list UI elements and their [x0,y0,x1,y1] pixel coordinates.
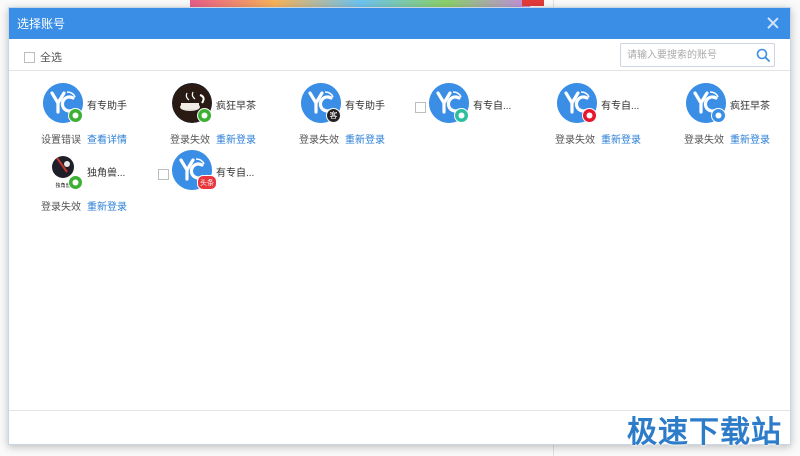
view-details-link[interactable]: 查看详情 [87,131,127,146]
dialog-header: 选择账号 [9,8,790,39]
baijia-icon [711,108,726,123]
relogin-link[interactable]: 重新登录 [87,198,127,213]
account-status: 登录失效 [299,135,339,146]
account-status: 登录失效 [41,202,81,213]
wechat-icon [68,108,83,123]
other-icon [454,108,469,123]
account-status-row: 登录失效 重新登录 [555,131,641,146]
account-status: 设置错误 [41,135,81,146]
relogin-link[interactable]: 重新登录 [216,131,256,146]
account-name: 独角兽... [87,168,126,179]
account-card[interactable]: 客 有专助手 登录失效 重新登录 [299,83,421,149]
background-red-tab [522,0,544,6]
account-name: 疯狂早茶 [730,101,770,112]
toutiao-icon: 头条 [197,175,217,190]
relogin-link[interactable]: 重新登录 [730,131,770,146]
account-card[interactable]: 独角兽 独角兽... 登录失效 重新登录 [41,150,163,216]
account-status: 登录失效 [684,135,724,146]
account-card[interactable]: 疯狂早茶 登录失效 重新登录 [684,83,800,149]
wechat-icon [68,175,83,190]
account-status: 登录失效 [170,135,210,146]
account-name: 有专自... [216,168,255,179]
relogin-link[interactable]: 重新登录 [601,131,641,146]
watermark: 极速下载站 [627,415,782,450]
account-name: 有专自... [601,101,640,112]
close-icon[interactable] [766,16,780,30]
account-status-row: 登录失效 重新登录 [299,131,385,146]
account-card[interactable]: 头条 有专自... [158,150,292,216]
account-card[interactable]: 有专自... [415,83,549,149]
wechat-icon [197,108,212,123]
account-status-row: 登录失效 重新登录 [41,198,127,213]
select-all-checkbox[interactable]: 全选 [24,49,62,65]
weibo-icon [582,108,597,123]
account-checkbox[interactable] [415,102,426,113]
account-status-row: 登录失效 重新登录 [684,131,770,146]
account-name: 有专助手 [87,101,127,112]
account-checkbox[interactable] [158,169,169,180]
toutiao-kr-icon: 客 [326,108,341,123]
dialog-title: 选择账号 [17,17,66,31]
checkbox-icon[interactable] [24,51,35,63]
account-card[interactable]: 有专自... 登录失效 重新登录 [555,83,677,149]
account-card[interactable]: 疯狂早茶 登录失效 重新登录 [170,83,292,149]
account-name: 有专自... [473,101,512,112]
account-status: 登录失效 [555,135,595,146]
relogin-link[interactable]: 重新登录 [345,131,385,146]
account-status-row: 登录失效 重新登录 [170,131,256,146]
dialog-toolbar: 全选 [9,39,790,71]
account-status-row: 设置错误 查看详情 [41,131,127,146]
account-name: 疯狂早茶 [216,101,256,112]
search-box [620,43,775,67]
account-name: 有专助手 [345,101,385,112]
search-button[interactable] [752,44,774,66]
select-all-label: 全选 [40,52,62,64]
account-card[interactable]: 有专助手 设置错误 查看详情 [41,83,163,149]
account-grid: 有专助手 设置错误 查看详情 疯狂早茶 登录失效 重新登录 客 有专助手 登录失… [9,71,792,411]
search-icon [756,48,770,62]
select-account-dialog: 选择账号 全选 有专助手 设置错误 查看详情 [8,7,791,445]
search-input[interactable] [621,45,752,65]
